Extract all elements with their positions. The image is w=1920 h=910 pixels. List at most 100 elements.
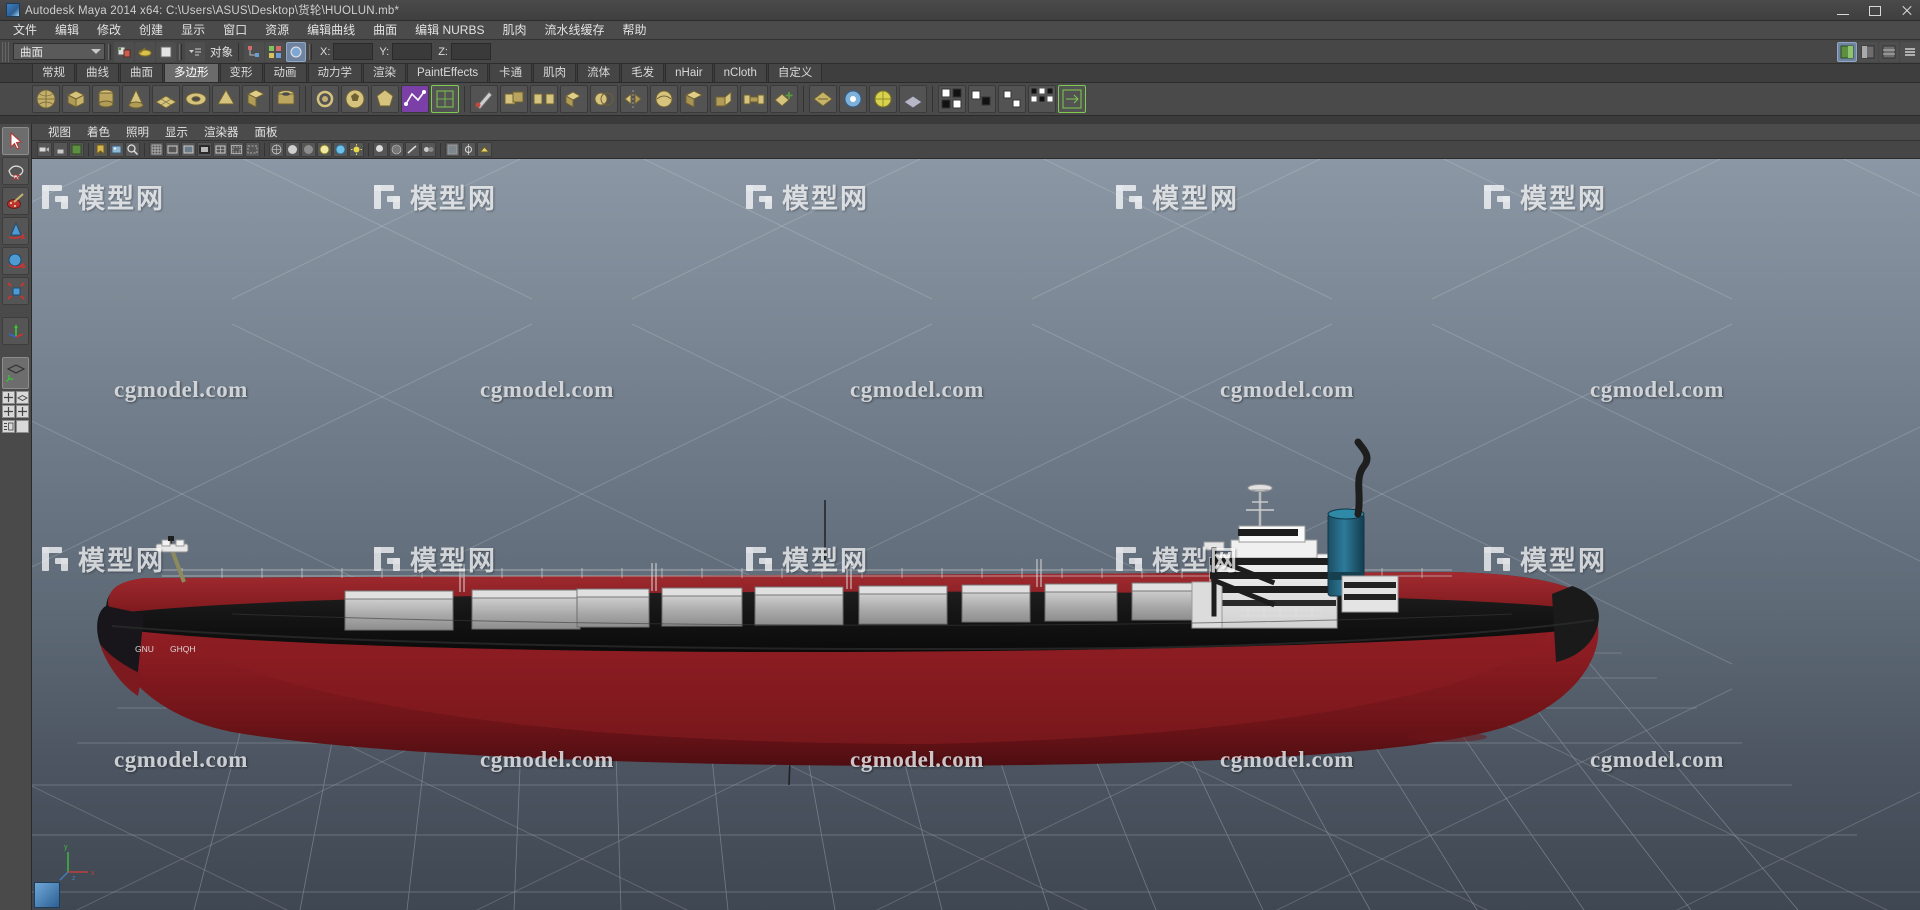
poly-sphere-icon[interactable] bbox=[32, 85, 60, 113]
wireframe-shading-icon[interactable] bbox=[269, 142, 284, 157]
perspective-viewport[interactable]: GNU GHQH 模型网 模型网 模型网 模型网 模型网 cgmodel.com… bbox=[32, 159, 1920, 910]
outliner-persp-layout-icon[interactable] bbox=[2, 420, 15, 433]
select-camera-icon[interactable] bbox=[37, 142, 52, 157]
poly-cylinder-icon[interactable] bbox=[92, 85, 120, 113]
show-manipulator-tool-icon[interactable] bbox=[2, 317, 29, 345]
select-tool-icon[interactable] bbox=[2, 127, 29, 155]
reduce-icon[interactable] bbox=[809, 85, 837, 113]
menu-item-edit[interactable]: 编辑 bbox=[46, 21, 88, 39]
shelf-tab-fur[interactable]: 毛发 bbox=[621, 63, 665, 82]
shelf-tab-toon[interactable]: 卡通 bbox=[489, 63, 533, 82]
mirror-geometry-icon[interactable] bbox=[620, 85, 648, 113]
paint-select-tool-icon[interactable] bbox=[2, 187, 29, 215]
shelf-tab-deform[interactable]: 变形 bbox=[219, 63, 263, 82]
minimize-icon[interactable] bbox=[1836, 4, 1850, 18]
snap-to-curve-icon[interactable] bbox=[156, 41, 176, 62]
sculpt-geometry-icon[interactable] bbox=[470, 85, 498, 113]
smooth-shade-all-icon[interactable] bbox=[285, 142, 300, 157]
xray-joints-icon[interactable] bbox=[461, 142, 476, 157]
viewport-menu-lighting[interactable]: 照明 bbox=[118, 124, 157, 140]
component-select-icon[interactable] bbox=[286, 41, 306, 62]
menu-item-muscle[interactable]: 肌肉 bbox=[493, 21, 535, 39]
lasso-select-tool-icon[interactable] bbox=[2, 157, 29, 185]
construction-history-icon[interactable] bbox=[185, 41, 205, 62]
snap-to-grid-icon[interactable] bbox=[135, 41, 155, 62]
two-d-pan-zoom-icon[interactable] bbox=[125, 142, 140, 157]
booleans-icon[interactable] bbox=[590, 85, 618, 113]
move-tool-icon[interactable] bbox=[2, 217, 29, 245]
shelf-tab-polygons[interactable]: 多边形 bbox=[164, 63, 219, 82]
shelf-tab-surfaces[interactable]: 曲面 bbox=[120, 63, 163, 82]
menu-item-modify[interactable]: 修改 bbox=[88, 21, 130, 39]
maximize-icon[interactable] bbox=[1868, 4, 1882, 18]
vertex-normal-edit-icon[interactable] bbox=[1028, 85, 1056, 113]
poly-cone-icon[interactable] bbox=[122, 85, 150, 113]
shelf-tab-fluids[interactable]: 流体 bbox=[577, 63, 621, 82]
grid-toggle-icon[interactable] bbox=[149, 142, 164, 157]
quad-draw-icon[interactable] bbox=[431, 85, 459, 113]
show-hide-tool-settings-icon[interactable] bbox=[1858, 41, 1878, 62]
poly-plane-icon[interactable] bbox=[152, 85, 180, 113]
field-chart-icon[interactable] bbox=[213, 142, 228, 157]
shelf-tab-rendering[interactable]: 渲染 bbox=[363, 63, 406, 82]
persp-graph-layout-icon[interactable] bbox=[2, 405, 15, 418]
poly-prism-icon[interactable] bbox=[212, 85, 240, 113]
statusline-drag-handle[interactable] bbox=[2, 41, 9, 62]
poly-cube-icon[interactable] bbox=[62, 85, 90, 113]
persp-outliner-layout-icon[interactable] bbox=[16, 391, 29, 404]
planar-mapping-icon[interactable] bbox=[899, 85, 927, 113]
show-hide-attribute-editor-icon[interactable] bbox=[1837, 41, 1857, 62]
view-cube-icon[interactable] bbox=[34, 882, 60, 908]
menu-item-surfaces[interactable]: 曲面 bbox=[364, 21, 406, 39]
menu-item-display[interactable]: 显示 bbox=[172, 21, 214, 39]
viewport-menu-renderer[interactable]: 渲染器 bbox=[196, 124, 247, 140]
poly-pyramid-icon[interactable] bbox=[242, 85, 270, 113]
combine-icon[interactable] bbox=[500, 85, 528, 113]
menu-item-help[interactable]: 帮助 bbox=[614, 21, 656, 39]
extract-icon[interactable] bbox=[560, 85, 588, 113]
shelf-tab-custom[interactable]: 自定义 bbox=[767, 63, 823, 82]
viewport-menu-show[interactable]: 显示 bbox=[157, 124, 196, 140]
blank-layout-icon[interactable] bbox=[16, 420, 29, 433]
shadows-icon[interactable] bbox=[373, 142, 388, 157]
poly-torus-icon[interactable] bbox=[182, 85, 210, 113]
shelf-tab-nhair[interactable]: nHair bbox=[665, 63, 713, 82]
gate-mask-icon[interactable] bbox=[197, 142, 212, 157]
menu-item-edit-curves[interactable]: 编辑曲线 bbox=[298, 21, 364, 39]
poly-soccer-ball-icon[interactable] bbox=[341, 85, 369, 113]
menu-item-file[interactable]: 文件 bbox=[4, 21, 46, 39]
menu-item-edit-nurbs[interactable]: 编辑 NURBS bbox=[406, 21, 493, 39]
hypershade-persp-layout-icon[interactable] bbox=[16, 405, 29, 418]
create-poly-tool-icon[interactable] bbox=[401, 85, 429, 113]
poly-pipe-icon[interactable] bbox=[272, 85, 300, 113]
occlusion-icon[interactable] bbox=[389, 142, 404, 157]
paint-weights-icon[interactable] bbox=[839, 85, 867, 113]
coord-x-input[interactable] bbox=[333, 43, 374, 60]
bookmarks-icon[interactable] bbox=[93, 142, 108, 157]
resolution-gate-icon[interactable] bbox=[181, 142, 196, 157]
menu-item-window[interactable]: 窗口 bbox=[214, 21, 256, 39]
transfer-attributes-icon[interactable] bbox=[1058, 85, 1086, 113]
bevel-icon[interactable] bbox=[680, 85, 708, 113]
show-hide-layer-editor-icon[interactable] bbox=[1900, 41, 1920, 62]
poly-helix-icon[interactable] bbox=[311, 85, 339, 113]
menu-item-assets[interactable]: 资源 bbox=[256, 21, 298, 39]
viewport-menu-view[interactable]: 视图 bbox=[40, 124, 79, 140]
normals-icon[interactable] bbox=[938, 85, 966, 113]
harden-edge-icon[interactable] bbox=[998, 85, 1026, 113]
smooth-icon[interactable] bbox=[650, 85, 678, 113]
textured-icon[interactable] bbox=[333, 142, 348, 157]
shelf-tab-general[interactable]: 常规 bbox=[32, 63, 75, 82]
hierarchy-select-icon[interactable] bbox=[244, 41, 264, 62]
close-icon[interactable] bbox=[1900, 4, 1914, 18]
image-plane-icon[interactable] bbox=[109, 142, 124, 157]
menu-item-pipeline-cache[interactable]: 流水线缓存 bbox=[536, 21, 614, 39]
viewport-menu-panels[interactable]: 面板 bbox=[247, 124, 286, 140]
menu-item-create[interactable]: 创建 bbox=[130, 21, 172, 39]
selection-mask-icon[interactable] bbox=[114, 41, 134, 62]
scale-tool-icon[interactable] bbox=[2, 277, 29, 305]
show-hide-channel-box-icon[interactable] bbox=[1879, 41, 1899, 62]
safe-action-icon[interactable] bbox=[229, 142, 244, 157]
camera-attributes-icon[interactable] bbox=[69, 142, 84, 157]
shelf-tab-painteffects[interactable]: PaintEffects bbox=[407, 63, 489, 82]
